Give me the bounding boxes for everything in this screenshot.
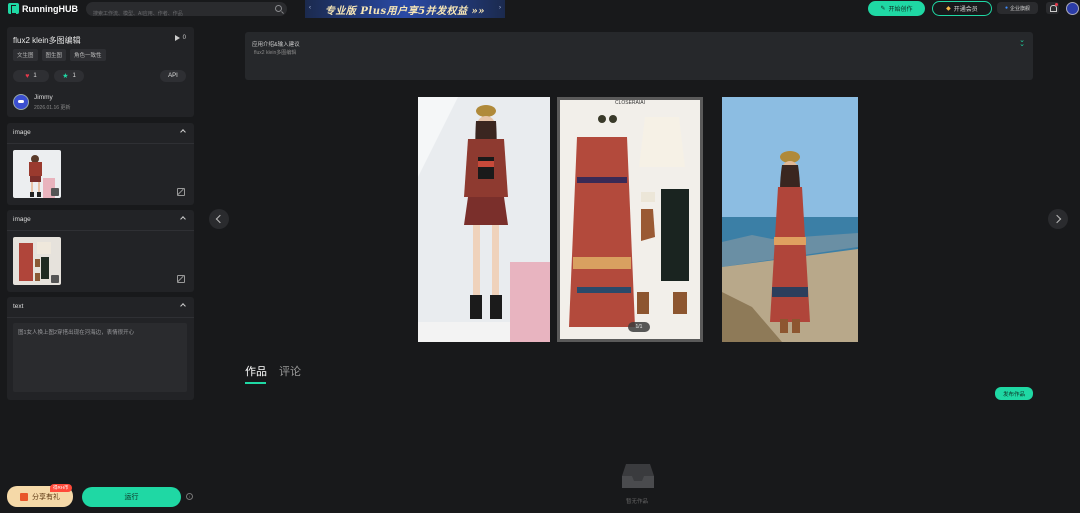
app-title: flux2 klein多图编辑 bbox=[13, 36, 81, 45]
tag[interactable]: 图生图 bbox=[41, 49, 67, 61]
like-count: 1 bbox=[33, 73, 37, 79]
logo-icon bbox=[8, 3, 19, 14]
top-bar: RunningHUB ‹ 专业版 Plus用户享5并发权益 »» › ✎ 开始创… bbox=[0, 0, 1080, 21]
divider bbox=[7, 143, 194, 144]
image-input-panel: image bbox=[7, 210, 194, 292]
brush-icon: ✎ bbox=[880, 6, 886, 12]
logo[interactable]: RunningHUB bbox=[8, 3, 78, 14]
banner-prev-icon[interactable]: ‹ bbox=[309, 5, 311, 11]
edit-mask-icon[interactable] bbox=[177, 275, 185, 283]
banner-text: 专业版 Plus用户享5并发权益 »» bbox=[324, 5, 486, 17]
description-text: flux2 klein多图编辑 bbox=[254, 50, 297, 56]
publish-work-button[interactable]: 发布作品 bbox=[995, 387, 1033, 400]
image-badge-icon bbox=[51, 275, 59, 283]
image-input-panel: image bbox=[7, 123, 194, 205]
prompt-textarea[interactable]: 图1女人换上图2穿搭出现在河海边，表情很开心 bbox=[13, 323, 187, 392]
enterprise-label: 企业旗舰 bbox=[1010, 5, 1031, 12]
update-date: 2026.01.16 更新 bbox=[34, 105, 71, 111]
chevron-up-icon[interactable] bbox=[180, 216, 186, 222]
description-title: 应用介绍&输入建议 bbox=[252, 42, 300, 48]
gallery-image-input-2[interactable]: CLOSERAIAI bbox=[557, 97, 703, 342]
enterprise-icon: ● bbox=[1004, 5, 1008, 11]
start-create-button[interactable]: ✎ 开始创作 bbox=[868, 1, 925, 16]
gallery-result-image[interactable] bbox=[722, 97, 858, 342]
app-info-panel: flux2 klein多图编辑 0 文生图 图生图 角色一致性 ♥ 1 ★ 1 … bbox=[7, 27, 194, 117]
description-box: 应用介绍&输入建议 flux2 klein多图编辑 ⌄ ⌄ bbox=[245, 32, 1033, 80]
next-image-button[interactable] bbox=[1048, 209, 1068, 229]
like-button[interactable]: ♥ 1 bbox=[13, 70, 49, 82]
author-name[interactable]: Jimmy bbox=[34, 94, 53, 101]
empty-inbox-icon bbox=[620, 456, 656, 492]
banner-next-icon[interactable]: › bbox=[499, 5, 501, 11]
notification-bell-icon[interactable] bbox=[1046, 2, 1059, 14]
search-box[interactable] bbox=[86, 2, 287, 21]
tag[interactable]: 文生图 bbox=[13, 49, 38, 61]
star-icon: ★ bbox=[62, 73, 69, 80]
prev-image-button[interactable] bbox=[209, 209, 229, 229]
chevron-up-icon[interactable] bbox=[180, 303, 186, 309]
gallery-image-input-1[interactable] bbox=[418, 97, 550, 342]
favorite-count: 1 bbox=[72, 73, 76, 79]
page-indicator: 1/1 bbox=[628, 322, 650, 332]
collage-brand-text: CLOSERAIAI bbox=[615, 100, 645, 106]
expand-chevron-icon[interactable]: ⌄ ⌄ bbox=[1019, 37, 1025, 48]
tab-comments[interactable]: 评论 bbox=[279, 363, 301, 379]
open-vip-button[interactable]: ◆ 开通会员 bbox=[932, 1, 992, 16]
open-vip-label: 开通会员 bbox=[953, 7, 978, 13]
tab-works[interactable]: 作品 bbox=[245, 363, 267, 384]
search-input[interactable] bbox=[86, 7, 266, 21]
divider bbox=[7, 317, 194, 318]
info-icon[interactable]: i bbox=[186, 493, 193, 500]
author-avatar[interactable] bbox=[13, 94, 29, 110]
run-button[interactable]: 运行 bbox=[82, 487, 181, 507]
empty-state-text: 暂无作品 bbox=[626, 499, 649, 505]
share-badge: 得RH币 bbox=[50, 484, 72, 492]
input-image-thumbnail[interactable] bbox=[13, 150, 61, 198]
share-label: 分享有礼 bbox=[32, 493, 60, 501]
diamond-icon: ◆ bbox=[946, 6, 951, 12]
chevron-up-icon[interactable] bbox=[180, 129, 186, 135]
tag-list: 文生图 图生图 角色一致性 bbox=[13, 49, 106, 61]
run-count: 0 bbox=[174, 35, 186, 41]
heart-icon: ♥ bbox=[25, 72, 30, 80]
favorite-button[interactable]: ★ 1 bbox=[54, 70, 84, 82]
input-label: image bbox=[13, 216, 31, 223]
image-badge-icon bbox=[51, 188, 59, 196]
edit-mask-icon[interactable] bbox=[177, 188, 185, 196]
api-button[interactable]: API bbox=[160, 70, 186, 82]
input-image-thumbnail[interactable] bbox=[13, 237, 61, 285]
divider bbox=[7, 230, 194, 231]
logo-text: RunningHUB bbox=[22, 3, 78, 14]
tag[interactable]: 角色一致性 bbox=[70, 49, 106, 61]
user-avatar[interactable] bbox=[1066, 2, 1079, 15]
search-icon[interactable] bbox=[275, 5, 282, 12]
gift-icon bbox=[20, 492, 28, 501]
input-label: image bbox=[13, 129, 31, 136]
play-icon bbox=[174, 35, 180, 41]
enterprise-button[interactable]: ● 企业旗舰 bbox=[997, 2, 1038, 14]
text-input-panel: text 图1女人换上图2穿搭出现在河海边，表情很开心 bbox=[7, 297, 194, 400]
start-create-label: 开始创作 bbox=[888, 7, 913, 13]
promo-banner[interactable]: ‹ 专业版 Plus用户享5并发权益 »» › bbox=[305, 0, 505, 18]
input-label: text bbox=[13, 303, 24, 310]
run-count-value: 0 bbox=[182, 35, 186, 41]
